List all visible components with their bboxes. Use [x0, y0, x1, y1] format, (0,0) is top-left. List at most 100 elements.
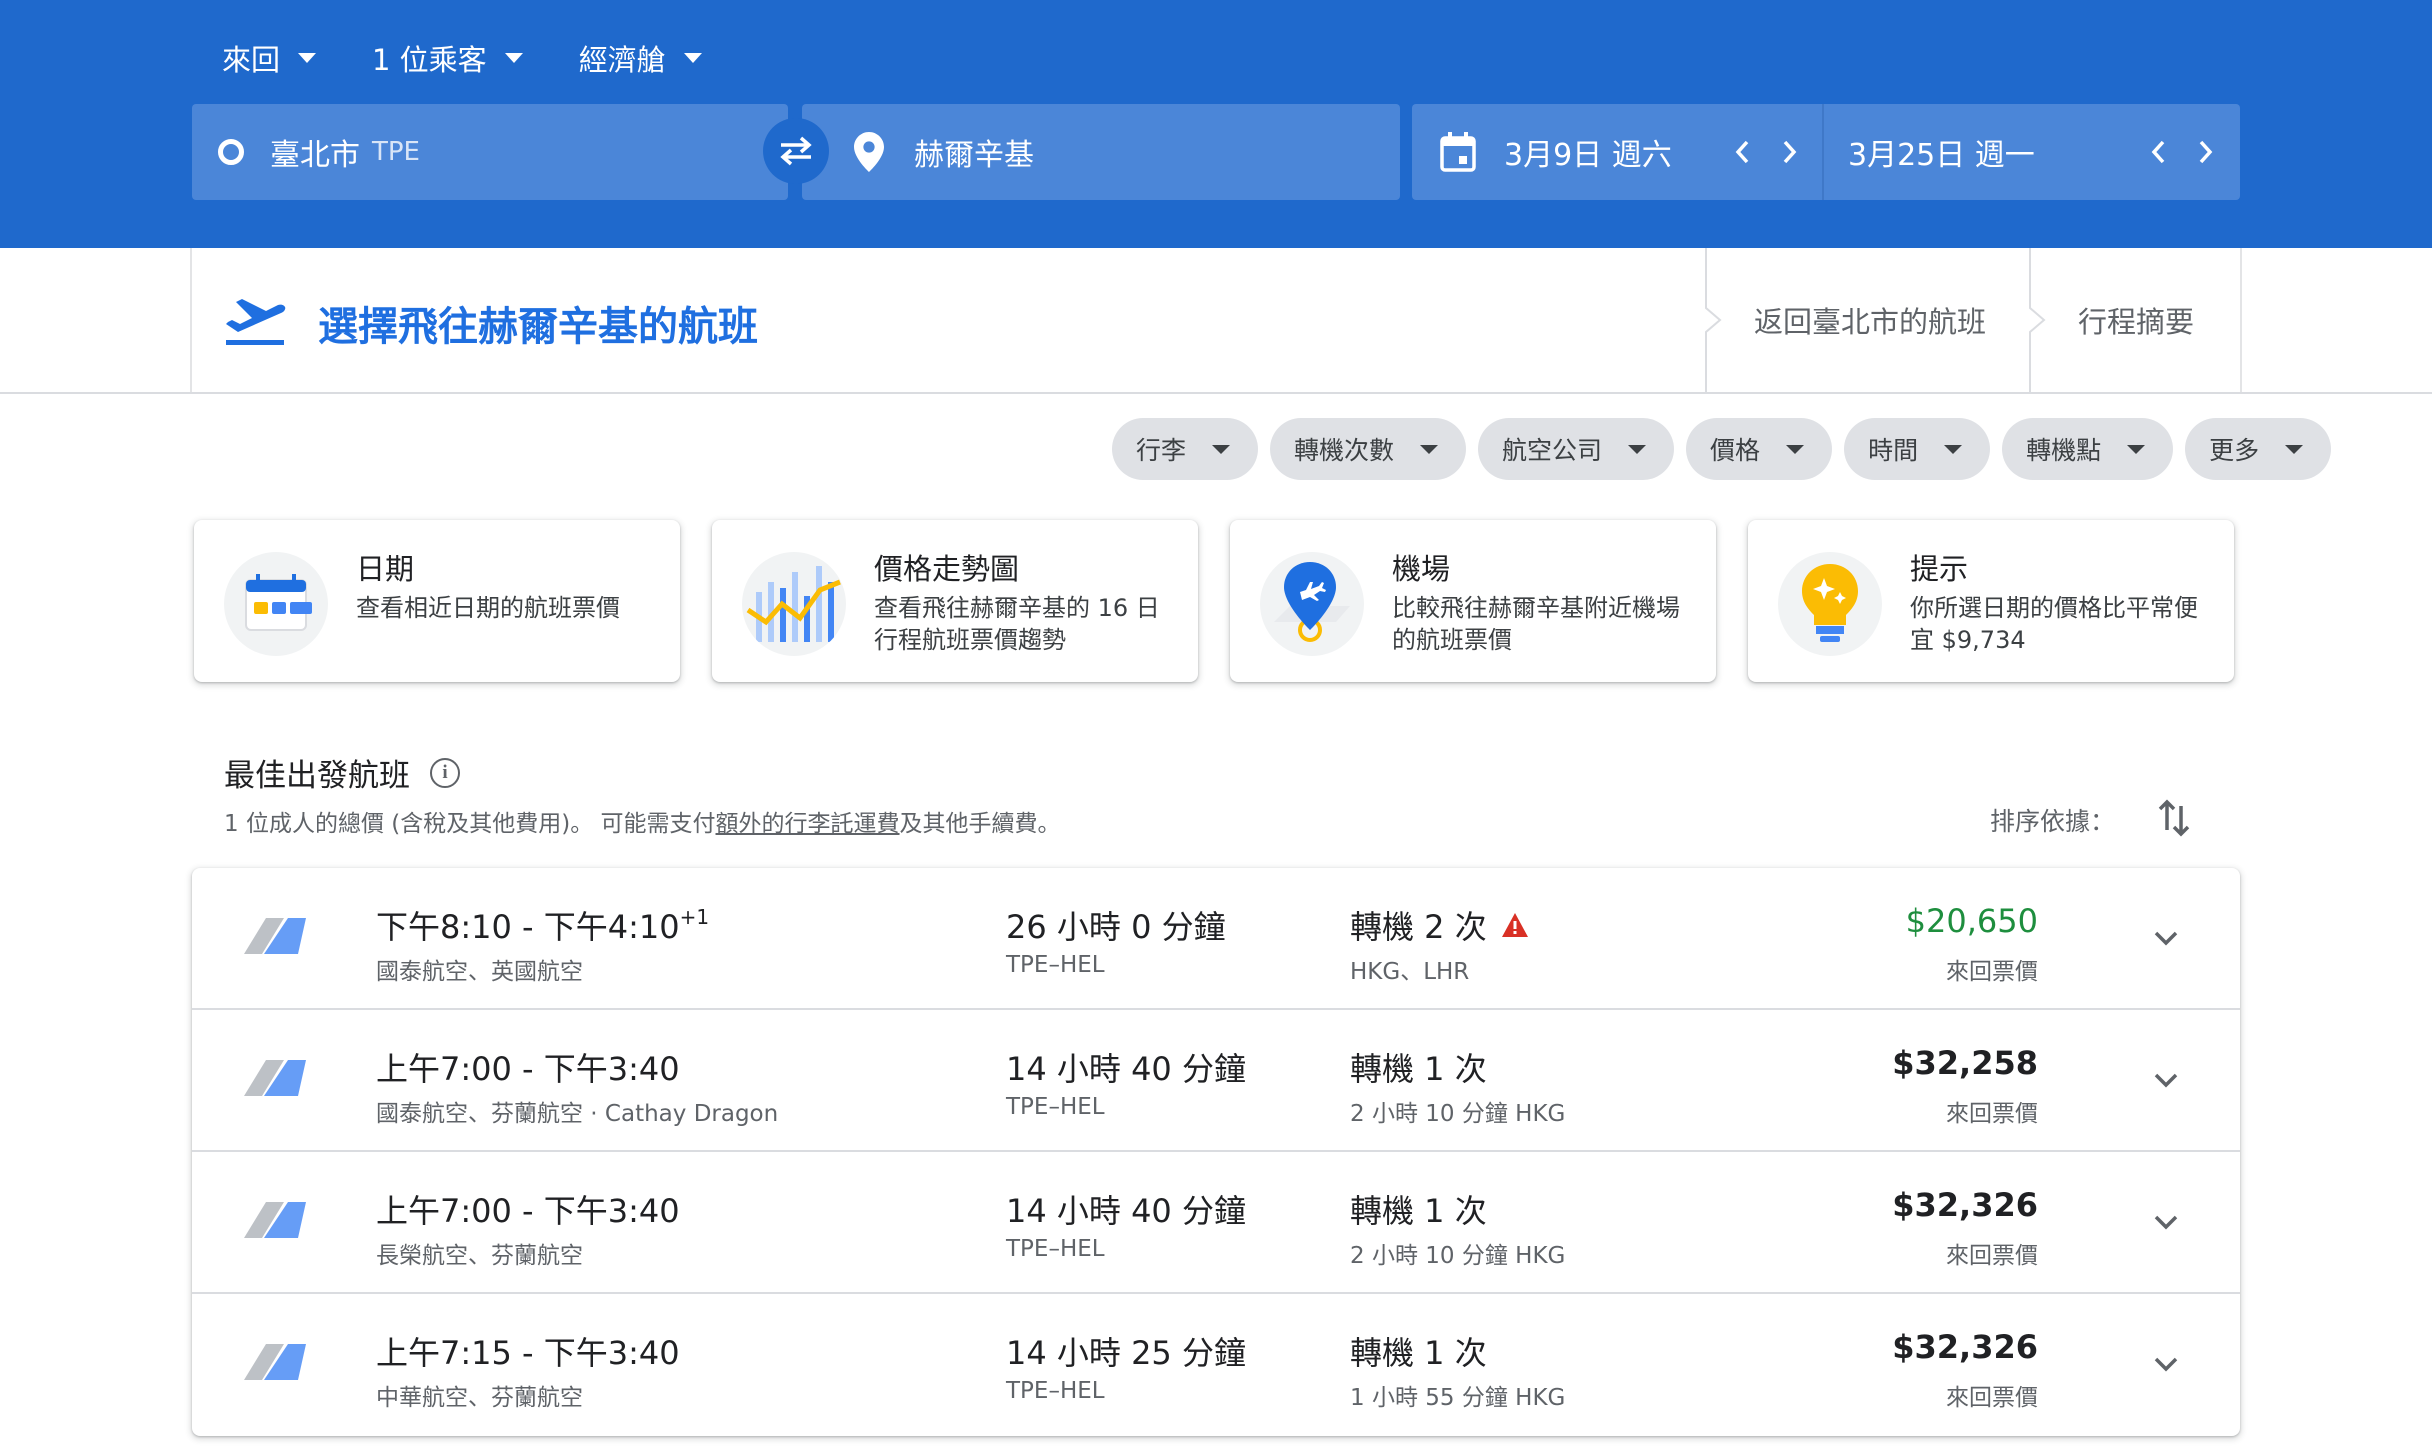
flight-times: 上午7:15 - 下午3:40 [376, 1328, 680, 1374]
step-return-flights[interactable]: 返回臺北市的航班 [1754, 248, 1986, 392]
flight-stops: 轉機 1 次 [1350, 1328, 1487, 1374]
flight-times-text: 上午7:15 - 下午3:40 [376, 1334, 680, 1372]
depart-date-field[interactable]: 3月9日 週六 [1412, 104, 1824, 200]
expand-chevron-icon[interactable] [2146, 918, 2186, 958]
step-title: 選擇飛往赫爾辛基的航班 [318, 304, 758, 350]
origin-circle-icon [218, 139, 244, 165]
filter-stops[interactable]: 轉機次數 [1270, 418, 1467, 480]
filter-airlines[interactable]: 航空公司 [1478, 418, 1675, 480]
cabin-label: 經濟艙 [578, 43, 666, 77]
filter-label: 價格 [1710, 436, 1761, 465]
origin-field[interactable]: 臺北市 TPE [192, 104, 788, 200]
flight-row[interactable]: 下午8:10 - 下午4:10+1 國泰航空、英國航空 26 小時 0 分鐘 T… [192, 868, 2240, 1010]
airport-pin-illustration-icon [1260, 552, 1364, 656]
flight-stop-detail: 2 小時 10 分鐘 HKG [1350, 1243, 1566, 1269]
flight-stops-text: 轉機 1 次 [1350, 1050, 1487, 1088]
flight-row[interactable]: 上午7:00 - 下午3:40 長榮航空、芬蘭航空 14 小時 40 分鐘 TP… [192, 1152, 2240, 1294]
step-trip-summary[interactable]: 行程摘要 [2078, 248, 2194, 392]
return-prev-button[interactable] [2134, 128, 2182, 176]
flight-times: 下午8:10 - 下午4:10+1 [376, 902, 709, 948]
flight-airlines: 長榮航空、芬蘭航空 [376, 1243, 583, 1269]
card-tips[interactable]: 提示 你所選日期的價格比平常便宜 $9,734 [1748, 520, 2234, 682]
card-title: 價格走勢圖 [874, 552, 1020, 586]
flight-route: TPE–HEL [1006, 952, 1105, 978]
results-sub-before: 1 位成人的總價 (含稅及其他費用)。 可能需支付 [224, 811, 716, 837]
card-title: 日期 [356, 552, 415, 586]
caret-down-icon [298, 53, 317, 63]
expand-chevron-icon[interactable] [2146, 1344, 2186, 1384]
trip-type-dropdown[interactable]: 來回 [222, 37, 317, 79]
flight-airlines: 國泰航空、英國航空 [376, 959, 583, 985]
flight-price: $32,326 [1892, 1328, 2038, 1366]
card-price-graph[interactable]: 價格走勢圖 查看飛往赫爾辛基的 16 日行程航班票價趨勢 [712, 520, 1198, 682]
flight-stops: 轉機 2 次 [1350, 902, 1529, 948]
depart-date: 3月9日 週六 [1504, 138, 1672, 173]
origin-code: TPE [372, 137, 420, 167]
filter-chips: 行李 轉機次數 航空公司 價格 時間 轉機點 更多 [1112, 418, 2343, 480]
card-airports[interactable]: 機場 比較飛往赫爾辛基附近機場的航班票價 [1230, 520, 1716, 682]
flight-list: 下午8:10 - 下午4:10+1 國泰航空、英國航空 26 小時 0 分鐘 T… [192, 868, 2240, 1436]
flight-route: TPE–HEL [1006, 1094, 1105, 1120]
return-date-field[interactable]: 3月25日 週一 [1824, 104, 2240, 200]
depart-next-button[interactable] [1766, 128, 1814, 176]
filter-more[interactable]: 更多 [2185, 418, 2332, 480]
flight-stops: 轉機 1 次 [1350, 1044, 1487, 1090]
cabin-dropdown[interactable]: 經濟艙 [579, 37, 702, 79]
divider [2240, 248, 2242, 392]
flight-times: 上午7:00 - 下午3:40 [376, 1044, 680, 1090]
breadcrumb-chevron-icon [1705, 248, 1722, 392]
airline-logo-icon [244, 1202, 306, 1238]
flight-price-type: 來回票價 [1946, 1101, 2038, 1127]
flight-row[interactable]: 上午7:15 - 下午3:40 中華航空、芬蘭航空 14 小時 25 分鐘 TP… [192, 1294, 2240, 1436]
calendar-illustration-icon [224, 552, 328, 656]
filter-price[interactable]: 價格 [1686, 418, 1833, 480]
flight-times-text: 上午7:00 - 下午3:40 [376, 1192, 680, 1230]
filter-baggage[interactable]: 行李 [1112, 418, 1259, 480]
card-dates[interactable]: 日期 查看相近日期的航班票價 [194, 520, 680, 682]
flight-row[interactable]: 上午7:00 - 下午3:40 國泰航空、芬蘭航空 · Cathay Drago… [192, 1010, 2240, 1152]
return-next-button[interactable] [2182, 128, 2230, 176]
results-subtitle: 1 位成人的總價 (含稅及其他費用)。 可能需支付額外的行李託運費及其他手續費。 [224, 804, 1061, 838]
flight-stops-text: 轉機 2 次 [1350, 908, 1487, 946]
flight-times-text: 上午7:00 - 下午3:40 [376, 1050, 680, 1088]
card-description: 比較飛往赫爾辛基附近機場的航班票價 [1392, 594, 1680, 654]
swap-button[interactable] [763, 118, 829, 184]
baggage-fees-link[interactable]: 額外的行李託運費 [716, 811, 900, 837]
takeoff-icon [222, 288, 288, 352]
filter-label: 時間 [1868, 436, 1919, 465]
origin-city: 臺北市 [270, 138, 360, 173]
search-options: 來回 1 位乘客 經濟艙 [222, 36, 758, 80]
trip-type-label: 來回 [222, 43, 281, 77]
expand-chevron-icon[interactable] [2146, 1202, 2186, 1242]
flight-stops-text: 轉機 1 次 [1350, 1334, 1487, 1372]
info-icon[interactable]: i [430, 757, 460, 788]
step-summary-label: 行程摘要 [2078, 305, 2195, 339]
step-bar: 選擇飛往赫爾辛基的航班 返回臺北市的航班 行程摘要 [0, 248, 2432, 394]
depart-prev-button[interactable] [1718, 128, 1766, 176]
destination-city: 赫爾辛基 [914, 138, 1034, 173]
caret-down-icon [683, 53, 702, 63]
sort-icon[interactable] [2156, 796, 2192, 840]
search-header: 來回 1 位乘客 經濟艙 臺北市 TPE 赫爾辛基 3月9日 週六 3月25日 … [0, 0, 2432, 248]
expand-chevron-icon[interactable] [2146, 1060, 2186, 1100]
caret-down-icon [1786, 444, 1805, 454]
results-title: 最佳出發航班 i [224, 750, 460, 795]
caret-down-icon [1212, 444, 1231, 454]
flight-duration: 26 小時 0 分鐘 [1006, 908, 1226, 946]
return-date: 3月25日 週一 [1848, 138, 2035, 173]
destination-field[interactable]: 赫爾辛基 [802, 104, 1400, 200]
card-description: 查看飛往赫爾辛基的 16 日行程航班票價趨勢 [874, 594, 1160, 654]
card-title: 提示 [1910, 552, 1969, 586]
passengers-dropdown[interactable]: 1 位乘客 [372, 37, 523, 79]
flight-price-type: 來回票價 [1946, 1385, 2038, 1411]
swap-arrows-icon [780, 136, 812, 166]
caret-down-icon [504, 53, 523, 63]
flight-stops-text: 轉機 1 次 [1350, 1192, 1487, 1230]
caret-down-icon [1628, 444, 1647, 454]
flight-times-text: 下午8:10 - 下午4:10 [376, 908, 680, 946]
chevron-left-icon [2151, 140, 2165, 164]
filter-times[interactable]: 時間 [1844, 418, 1991, 480]
filter-connecting-airports[interactable]: 轉機點 [2002, 418, 2174, 480]
caret-down-icon [1420, 444, 1439, 454]
flight-airlines: 中華航空、芬蘭航空 [376, 1385, 583, 1411]
